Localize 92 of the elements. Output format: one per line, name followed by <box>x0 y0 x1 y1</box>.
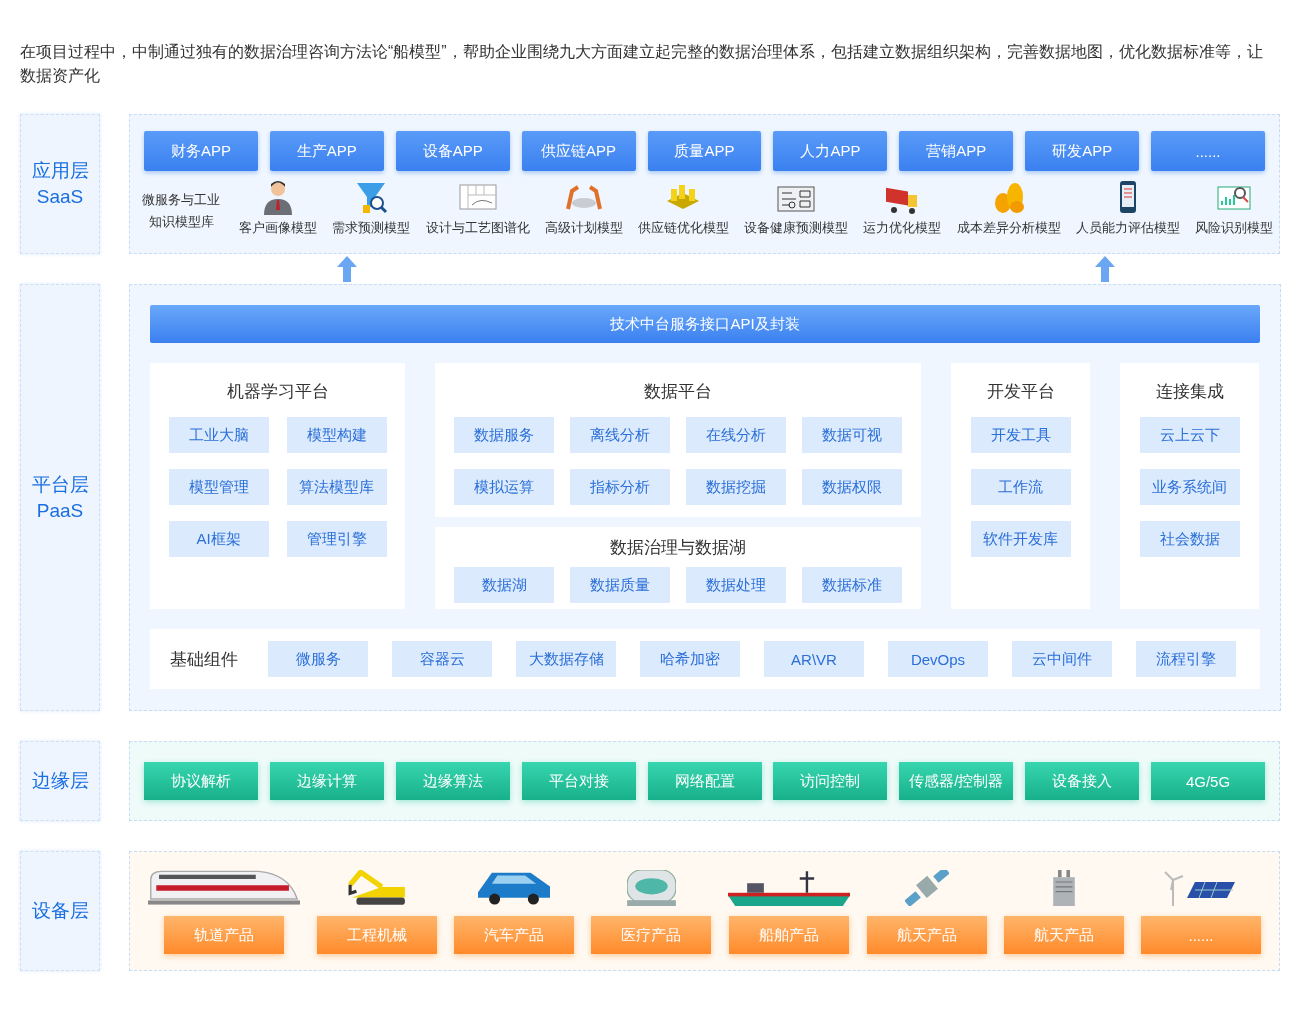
product-chip: ...... <box>1141 916 1261 954</box>
app-button[interactable]: ...... <box>1151 131 1265 171</box>
app-button[interactable]: 供应链APP <box>521 131 636 171</box>
component-chip: AR\VR <box>764 641 864 677</box>
feature-chip: 数据挖掘 <box>686 469 786 505</box>
feature-chip: 软件开发库 <box>970 521 1071 557</box>
feature-chip: 业务系统间 <box>1139 469 1240 505</box>
edge-chip: 传感器/控制器 <box>899 762 1014 800</box>
library-label: 微服务与工业知识模型库 <box>141 191 221 231</box>
model-label: 人员能力评估模型 <box>1075 219 1180 237</box>
model-label: 设计与工艺图谱化 <box>425 219 530 237</box>
app-button[interactable]: 质量APP <box>647 131 762 171</box>
product-chip: 工程机械 <box>317 916 437 954</box>
train-icon <box>148 870 300 906</box>
edge-chip: 协议解析 <box>144 762 258 800</box>
feature-chip: 数据标准 <box>802 567 902 603</box>
satellite-icon <box>905 870 949 906</box>
feature-chip: 模拟运算 <box>454 469 554 505</box>
app-button[interactable]: 生产APP <box>269 131 384 171</box>
edge-chip: 4G/5G <box>1151 762 1265 800</box>
edge-chip: 边缘计算 <box>269 762 384 800</box>
edge-chip: 访问控制 <box>773 762 888 800</box>
ship-icon <box>728 870 850 906</box>
layer-subtitle: SaaS <box>36 185 84 209</box>
card-title: 数据平台 <box>644 381 712 403</box>
feature-chip: 数据处理 <box>686 567 786 603</box>
edge-chip: 平台对接 <box>521 762 636 800</box>
feature-chip: 模型管理 <box>168 469 269 505</box>
app-button[interactable]: 设备APP <box>395 131 510 171</box>
layer-title: 平台层 <box>31 472 89 497</box>
product-chip: 航天产品 <box>867 916 987 954</box>
product-chip: 航天产品 <box>1004 916 1124 954</box>
feature-chip: 社会数据 <box>1139 521 1240 557</box>
model-label: 风险识别模型 <box>1194 219 1273 237</box>
edge-chip: 网络配置 <box>647 762 762 800</box>
excavator-icon <box>347 870 407 906</box>
model-label: 成本差异分析模型 <box>956 219 1061 237</box>
layer-title: 应用层 <box>31 159 89 183</box>
component-chip: 流程引擎 <box>1136 641 1236 677</box>
feature-chip: 离线分析 <box>570 417 670 453</box>
feature-chip: 数据质量 <box>570 567 670 603</box>
component-chip: 大数据存储 <box>516 641 616 677</box>
feature-chip: AI框架 <box>168 521 269 557</box>
product-chip: 医疗产品 <box>591 916 711 954</box>
feature-chip: 算法模型库 <box>286 469 387 505</box>
card-title: 机器学习平台 <box>226 381 329 403</box>
feature-chip: 数据服务 <box>454 417 554 453</box>
app-button[interactable]: 营销APP <box>899 131 1014 171</box>
layer-title: 边缘层 <box>31 769 89 793</box>
component-chip: DevOps <box>888 641 988 677</box>
component-chip: 哈希加密 <box>640 641 740 677</box>
feature-chip: 指标分析 <box>570 469 670 505</box>
model-label: 客户画像模型 <box>239 219 318 237</box>
model-label: 运力优化模型 <box>863 219 942 237</box>
feature-chip: 数据可视 <box>802 417 902 453</box>
product-chip: 汽车产品 <box>454 916 574 954</box>
up-arrow-icon <box>1095 256 1115 282</box>
card-title: 数据治理与数据湖 <box>610 537 746 559</box>
feature-chip: 数据权限 <box>802 469 902 505</box>
edge-chip: 边缘算法 <box>395 762 510 800</box>
capsule-icon <box>626 870 676 906</box>
card-title: 连接集成 <box>1155 381 1224 403</box>
feature-chip: 开发工具 <box>970 417 1071 453</box>
model-label: 供应链优化模型 <box>637 219 729 237</box>
app-button[interactable]: 财务APP <box>144 131 258 171</box>
feature-chip: 云上云下 <box>1139 417 1240 453</box>
feature-chip: 模型构建 <box>286 417 387 453</box>
up-arrow-icon <box>337 256 357 282</box>
base-title: 基础组件 <box>170 648 239 671</box>
car-icon <box>478 870 550 906</box>
intro-text: 在项目过程中，中制通过独有的数据治理咨询方法论“船模型”，帮助企业围绕九大方面建立起完整的数据治理体系，包括建立数据组织架构，完善数据地图，优化数据标准等，让数据资产化 <box>20 42 1264 86</box>
app-button[interactable]: 人力APP <box>773 131 888 171</box>
layer-title: 设备层 <box>31 899 89 923</box>
model-label: 需求预测模型 <box>332 219 411 237</box>
model-label: 设备健康预测模型 <box>744 219 849 237</box>
api-bar: 技术中台服务接口API及封装 <box>150 305 1260 343</box>
feature-chip: 管理引擎 <box>286 521 387 557</box>
transformer-icon <box>1053 870 1075 906</box>
edge-chip: 设备接入 <box>1025 762 1140 800</box>
layer-subtitle: PaaS <box>36 498 84 523</box>
card-title: 开发平台 <box>986 381 1055 403</box>
component-chip: 容器云 <box>392 641 492 677</box>
model-label: 高级计划模型 <box>544 219 623 237</box>
feature-chip: 数据湖 <box>454 567 554 603</box>
component-chip: 微服务 <box>268 641 368 677</box>
app-button[interactable]: 研发APP <box>1025 131 1140 171</box>
feature-chip: 在线分析 <box>686 417 786 453</box>
feature-chip: 工业大脑 <box>168 417 269 453</box>
feature-chip: 工作流 <box>970 469 1071 505</box>
product-chip: 船舶产品 <box>729 916 849 954</box>
component-chip: 云中间件 <box>1012 641 1112 677</box>
product-chip: 轨道产品 <box>164 916 284 954</box>
